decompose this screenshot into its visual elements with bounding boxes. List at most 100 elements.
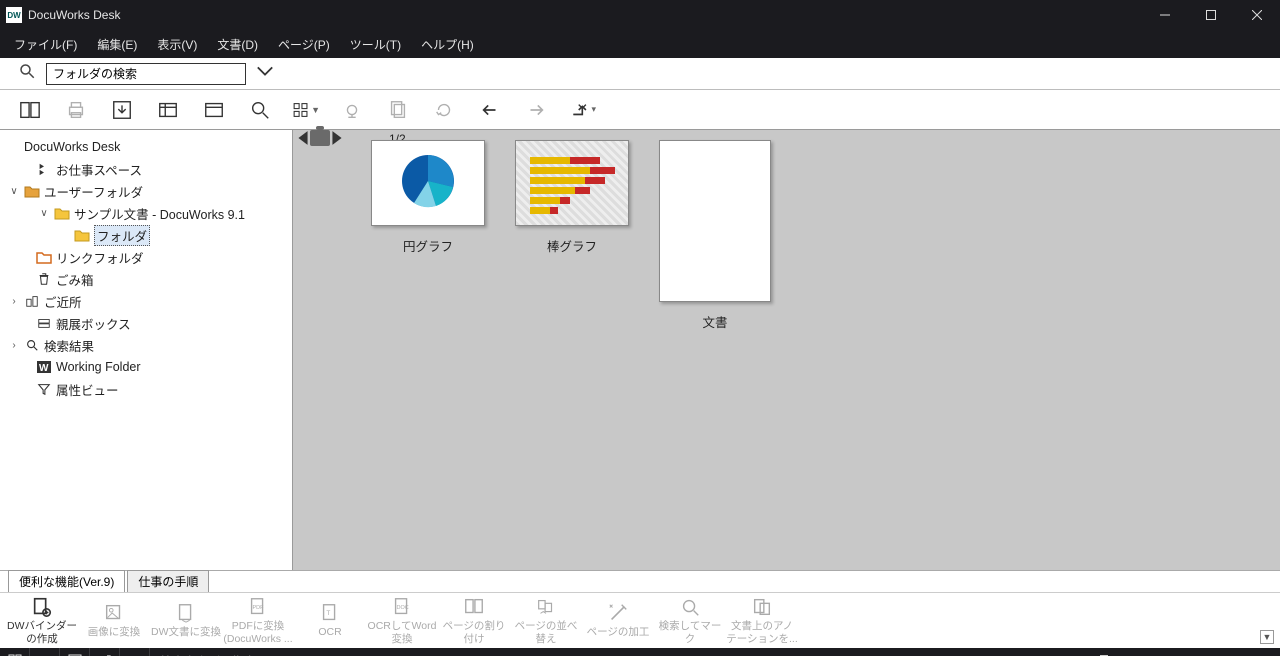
layout-tool-2[interactable] <box>200 96 228 124</box>
action-dw-binder[interactable]: DWバインダーの作成 <box>6 596 78 644</box>
action-ocr[interactable]: TOCR <box>294 602 366 638</box>
title-bar: DW DocuWorks Desk <box>0 0 1280 30</box>
action-ocr-word[interactable]: DOCOCRしてWord変換 <box>366 596 438 644</box>
menu-page[interactable]: ページ(P) <box>278 36 330 53</box>
folder-search-input[interactable] <box>46 63 246 85</box>
action-to-dw[interactable]: DW文書に変換 <box>150 602 222 638</box>
tree-mailbox[interactable]: 親展ボックス <box>8 312 288 334</box>
camera-tool[interactable] <box>338 96 366 124</box>
search-icon <box>18 62 36 85</box>
doc-label: 棒グラフ <box>547 236 597 255</box>
menu-tool[interactable]: ツール(T) <box>350 36 401 53</box>
app-icon: DW <box>6 7 22 23</box>
scan-tool[interactable] <box>16 96 44 124</box>
action-label: DWバインダーの作成 <box>6 620 78 644</box>
next-page-icon[interactable] <box>331 130 343 146</box>
tree-working-folder[interactable]: WWorking Folder <box>8 356 288 378</box>
action-label: 画像に変換 <box>88 626 141 638</box>
neighborhood-icon <box>24 293 40 309</box>
action-to-pdf[interactable]: PDFPDFに変換(DocuWorks ... <box>222 596 294 644</box>
filter-icon <box>36 381 52 397</box>
action-search-mark[interactable]: 検索してマーク <box>654 596 726 644</box>
rotate-tool[interactable] <box>430 96 458 124</box>
view-grid-icon[interactable] <box>0 648 30 656</box>
folder-icon <box>24 183 40 199</box>
menu-edit[interactable]: 編集(E) <box>97 36 137 53</box>
tree-neighborhood[interactable]: ›ご近所 <box>8 290 288 312</box>
zoom-out-button[interactable]: − <box>1054 651 1074 656</box>
action-page-sort[interactable]: ページの並べ替え <box>510 596 582 644</box>
menu-view[interactable]: 表示(V) <box>157 36 197 53</box>
status-message: 検索文字列を指定します。 <box>150 653 1054 656</box>
status-tool-icon[interactable] <box>90 648 120 656</box>
feature-tabs: 便利な機能(Ver.9) 仕事の手順 <box>0 570 1280 592</box>
minimize-button[interactable] <box>1142 0 1188 30</box>
mailbox-icon <box>36 315 52 331</box>
camera-indicator-icon <box>310 130 330 146</box>
tree-user-folder[interactable]: ∨ユーザーフォルダ <box>8 180 288 202</box>
zoom-in-button[interactable]: + <box>1220 651 1240 656</box>
doc-bar[interactable]: 棒グラフ <box>515 140 629 255</box>
tree-link-folder[interactable]: リンクフォルダ <box>8 246 288 268</box>
tree-attribute-view[interactable]: 属性ビュー <box>8 378 288 400</box>
search-row <box>0 58 1280 90</box>
close-button[interactable] <box>1234 0 1280 30</box>
svg-text:DOC: DOC <box>397 605 409 611</box>
menu-document[interactable]: 文書(D) <box>217 36 258 53</box>
up-tool[interactable]: ▾ <box>568 96 596 124</box>
doc-pie[interactable]: 円グラフ <box>371 140 485 255</box>
window-title: DocuWorks Desk <box>28 8 120 22</box>
working-folder-icon: W <box>36 359 52 375</box>
action-bar: DWバインダーの作成 画像に変換 DW文書に変換 PDFPDFに変換(DocuW… <box>0 592 1280 648</box>
tab-convenient[interactable]: 便利な機能(Ver.9) <box>8 570 125 592</box>
document-area[interactable]: 1/2 円グラフ <box>293 130 1280 570</box>
doc-blank[interactable]: 文書 <box>659 140 771 331</box>
tree-search-results[interactable]: ›検索結果 <box>8 334 288 356</box>
action-label: ページの加工 <box>587 626 650 638</box>
svg-text:W: W <box>39 363 49 374</box>
trash-icon <box>36 271 52 287</box>
forward-tool[interactable] <box>522 96 550 124</box>
folder-icon <box>54 205 70 221</box>
grid-tool[interactable]: ▼ <box>292 96 320 124</box>
tree-root[interactable]: DocuWorks Desk <box>8 136 288 158</box>
action-page-process[interactable]: ページの加工 <box>582 602 654 638</box>
thumb-pie <box>371 140 485 226</box>
print-tool[interactable] <box>62 96 90 124</box>
view-detail-icon[interactable] <box>60 648 90 656</box>
body: DocuWorks Desk お仕事スペース ∨ユーザーフォルダ ∨サンプル文書… <box>0 130 1280 570</box>
copy-tool[interactable] <box>384 96 412 124</box>
tree-trash[interactable]: ごみ箱 <box>8 268 288 290</box>
menu-help[interactable]: ヘルプ(H) <box>421 36 474 53</box>
action-to-image[interactable]: 画像に変換 <box>78 602 150 638</box>
zoom-controls: − + 17% <box>1054 651 1280 656</box>
action-label: ページの並べ替え <box>510 620 582 644</box>
action-page-split[interactable]: ページの割り付け <box>438 596 510 644</box>
page-nav <box>297 130 343 146</box>
workspace-icon <box>36 161 52 177</box>
action-scroll-down[interactable]: ▼ <box>1260 630 1274 644</box>
action-label: DW文書に変換 <box>151 626 221 638</box>
tree-sample-doc[interactable]: ∨サンプル文書 - DocuWorks 9.1 <box>8 202 288 224</box>
action-label: 検索してマーク <box>654 620 726 644</box>
tree-workspace[interactable]: お仕事スペース <box>8 158 288 180</box>
download-tool[interactable] <box>108 96 136 124</box>
tab-workflow[interactable]: 仕事の手順 <box>127 570 209 592</box>
prev-page-icon[interactable] <box>297 130 309 146</box>
tree-folder[interactable]: フォルダ <box>8 224 288 246</box>
thumb-blank <box>659 140 771 302</box>
search-results-icon <box>24 337 40 353</box>
action-annotation[interactable]: 文書上のアノテーションを... <box>726 596 798 644</box>
back-tool[interactable] <box>476 96 504 124</box>
menu-file[interactable]: ファイル(F) <box>14 36 77 53</box>
svg-text:T: T <box>326 610 330 617</box>
status-bar: 検索文字列を指定します。 − + 17% <box>0 648 1280 656</box>
search-tool[interactable] <box>246 96 274 124</box>
action-label: 文書上のアノテーションを... <box>726 620 798 644</box>
folder-tree: DocuWorks Desk お仕事スペース ∨ユーザーフォルダ ∨サンプル文書… <box>0 130 293 570</box>
view-list-icon[interactable] <box>30 648 60 656</box>
status-pin-icon[interactable] <box>120 648 150 656</box>
maximize-button[interactable] <box>1188 0 1234 30</box>
layout-tool-1[interactable] <box>154 96 182 124</box>
search-dropdown-icon[interactable] <box>256 64 274 83</box>
